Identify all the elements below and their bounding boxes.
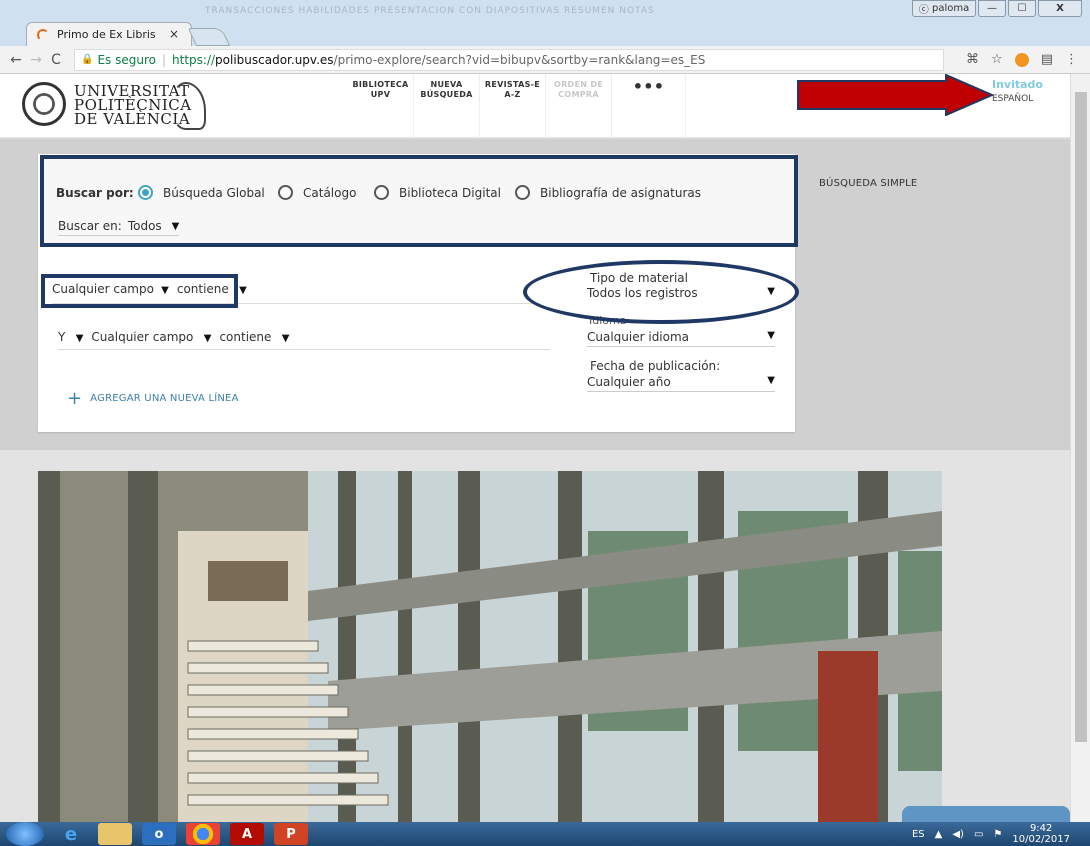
add-line-button[interactable]: + AGREGAR UNA NUEVA LÍNEA	[67, 388, 239, 409]
library-hero-image	[38, 471, 942, 822]
screen: TRANSACCIONES HABILIDADES PRESENTACION C…	[0, 0, 1090, 846]
radio-icon	[278, 185, 293, 200]
nav-orden-de-compra[interactable]: ORDEN DE COMPRA	[546, 74, 612, 138]
fecha-select[interactable]: Cualquier año ▼	[587, 375, 775, 392]
input-language[interactable]: ES	[912, 829, 925, 840]
system-tray: ES ▲ ◀) ▭ ⚑ 9:42 10/02/2017	[912, 823, 1070, 845]
window-controls: ⓒ paloma — ☐ X	[912, 0, 1082, 18]
address-bar[interactable]: 🔒 Es seguro | https:// polibuscador.upv.…	[74, 48, 944, 71]
operator-select-2[interactable]: contiene ▼	[219, 330, 289, 344]
dropdown-arrow-icon: ▼	[171, 220, 180, 232]
guest-login-link[interactable]: Invitado	[992, 78, 1052, 91]
nav-nueva-busqueda[interactable]: NUEVA BÚSQUEDA	[414, 74, 480, 138]
language-selector[interactable]: ESPAÑOL	[992, 94, 1052, 104]
scope-biblioteca-digital[interactable]: Biblioteca Digital	[374, 185, 501, 200]
browser-titlebar: TRANSACCIONES HABILIDADES PRESENTACION C…	[0, 0, 1090, 46]
url-host: polibuscador.upv.es	[215, 52, 334, 67]
bookmark-star-icon[interactable]: ☆	[991, 52, 1003, 67]
extension-icon[interactable]	[1014, 52, 1029, 67]
buscar-en-label: Buscar en:	[58, 219, 122, 233]
query-row-2-underline	[58, 349, 550, 350]
boolean-select-2[interactable]: Y ▼	[58, 330, 83, 344]
close-window-button[interactable]: X	[1038, 0, 1082, 17]
minimize-button[interactable]: —	[978, 0, 1006, 17]
forward-arrow-icon[interactable]: →	[26, 52, 46, 68]
toolbar-extras: ⌘ ☆ ▤ ⋮	[966, 52, 1078, 67]
dropdown-arrow-icon: ▼	[767, 375, 775, 386]
annotation-frame-field	[41, 274, 238, 308]
lock-icon: 🔒	[81, 54, 94, 65]
maximize-button[interactable]: ☐	[1008, 0, 1036, 17]
query-row-2: Y ▼ Cualquier campo ▼ contiene ▼	[58, 330, 535, 344]
chrome-icon[interactable]	[186, 823, 220, 845]
profile-name: paloma	[931, 3, 970, 14]
tray-expand-icon[interactable]: ▲	[935, 829, 943, 840]
query-input-2[interactable]	[297, 337, 535, 338]
scope-busqueda-global[interactable]: Búsqueda Global	[138, 185, 265, 200]
fecha-label: Fecha de publicación:	[590, 359, 721, 373]
dropdown-arrow-icon: ▼	[275, 333, 290, 344]
browser-toolbar: ← → C 🔒 Es seguro | https:// polibuscado…	[0, 46, 1090, 74]
clock[interactable]: 9:42 10/02/2017	[1012, 823, 1070, 845]
primo-favicon-icon	[37, 29, 49, 41]
back-arrow-icon[interactable]: ←	[6, 52, 26, 68]
windows-taskbar: e o A P ES ▲ ◀) ▭ ⚑ 9:42 10/02/2017	[0, 822, 1090, 846]
divider: |	[161, 52, 167, 67]
menu-dots-icon[interactable]: ⋮	[1065, 52, 1078, 67]
reload-icon[interactable]: C	[46, 52, 66, 68]
profile-button[interactable]: ⓒ paloma	[912, 0, 976, 17]
network-icon[interactable]: ▭	[974, 829, 983, 840]
translate-icon[interactable]: ⌘	[966, 52, 979, 67]
buscar-por-label: Buscar por:	[56, 186, 134, 200]
blurred-bookmarks: TRANSACCIONES HABILIDADES PRESENTACION C…	[205, 6, 655, 16]
scope-catalogo[interactable]: Catálogo	[278, 185, 356, 200]
dropdown-arrow-icon: ▼	[69, 333, 84, 344]
annotation-ellipse	[523, 260, 799, 324]
start-button-icon[interactable]	[6, 822, 44, 846]
extension-page-icon[interactable]: ▤	[1041, 52, 1053, 67]
browser-tab[interactable]: Primo de Ex Libris ×	[26, 22, 192, 46]
busqueda-simple-link[interactable]: BÚSQUEDA SIMPLE	[819, 178, 917, 189]
upv-logo[interactable]: UNIVERSITAT POLITÈCNICA DE VALÈNCIA	[22, 80, 222, 132]
flag-icon[interactable]: ⚑	[993, 829, 1002, 840]
volume-icon[interactable]: ◀)	[952, 829, 964, 840]
dropdown-arrow-icon: ▼	[767, 330, 775, 341]
user-area: Invitado ESPAÑOL	[992, 78, 1052, 104]
outlook-icon[interactable]: o	[142, 823, 176, 845]
powerpoint-icon[interactable]: P	[274, 823, 308, 845]
tab-title: Primo de Ex Libris	[57, 28, 156, 41]
logo-figure-icon	[172, 82, 206, 130]
acrobat-icon[interactable]: A	[230, 823, 264, 845]
nav-revistas-e[interactable]: REVISTAS-E A-Z	[480, 74, 546, 138]
plus-icon: +	[67, 388, 83, 409]
ie-icon[interactable]: e	[54, 823, 88, 845]
dropdown-arrow-icon: ▼	[197, 333, 212, 344]
annotation-arrow-icon	[797, 74, 995, 116]
idioma-select[interactable]: Cualquier idioma ▼	[587, 330, 775, 347]
nav-more-button[interactable]: •••	[612, 74, 686, 138]
buscar-en-value: Todos	[127, 219, 162, 233]
nav-biblioteca-upv[interactable]: BIBLIOTECA UPV	[348, 74, 414, 138]
secure-label: Es seguro	[97, 52, 156, 67]
radio-icon	[374, 185, 389, 200]
explorer-icon[interactable]	[98, 823, 132, 845]
buscar-en-select[interactable]: Buscar en: Todos ▼	[58, 219, 180, 236]
scrollbar-thumb[interactable]	[1075, 92, 1087, 742]
url-scheme: https://	[172, 52, 216, 67]
main-nav: BIBLIOTECA UPV NUEVA BÚSQUEDA REVISTAS-E…	[348, 74, 686, 138]
radio-icon	[515, 185, 530, 200]
radio-selected-icon	[138, 185, 153, 200]
field-select-2[interactable]: Cualquier campo ▼	[91, 330, 211, 344]
tab-close-icon[interactable]: ×	[169, 27, 179, 41]
scope-bibliografia[interactable]: Bibliografía de asignaturas	[515, 185, 701, 200]
upv-seal-icon	[22, 82, 66, 126]
url-path: /primo-explore/search?vid=bibupv&sortby=…	[333, 52, 706, 67]
new-tab-button[interactable]	[187, 28, 231, 46]
page-scrollbar[interactable]	[1070, 74, 1090, 822]
